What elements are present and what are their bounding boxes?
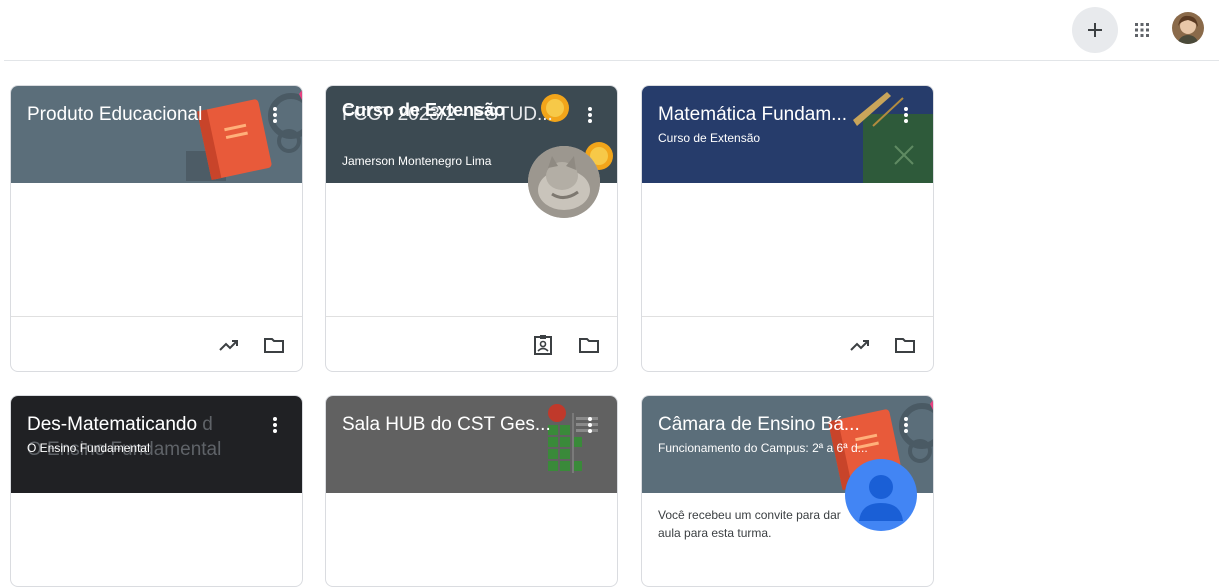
teacher-name: Jamerson Montenegro Lima xyxy=(342,154,492,168)
topbar-divider xyxy=(4,60,1219,61)
class-card-footer xyxy=(11,316,302,371)
trending-up-icon[interactable] xyxy=(218,334,240,356)
class-title[interactable]: Des-Matematicando xyxy=(27,413,257,437)
folder-icon[interactable] xyxy=(263,334,285,356)
more-options-icon[interactable] xyxy=(898,414,914,436)
cat-photo-icon xyxy=(528,146,600,218)
book-illustration xyxy=(186,90,302,181)
class-card[interactable]: Produto Educacional xyxy=(10,85,303,372)
more-options-icon[interactable] xyxy=(267,414,283,436)
class-card[interactable]: Câmara de Ensino Bá... Funcionamento do … xyxy=(641,395,934,587)
class-title[interactable]: Matemática Fundam... xyxy=(658,103,888,127)
plus-icon xyxy=(1088,23,1102,37)
class-card[interactable]: Des-Matematicando d Des-Matematicando O … xyxy=(10,395,303,587)
more-options-icon[interactable] xyxy=(267,104,283,126)
apps-grid-icon xyxy=(1135,23,1149,37)
folder-icon[interactable] xyxy=(894,334,916,356)
class-title[interactable]: Sala HUB do CST Ges... xyxy=(342,413,572,437)
class-title-overlay: Curso de Extensão xyxy=(342,100,506,120)
class-subtitle: Curso de Extensão xyxy=(658,131,761,145)
invite-message: Você recebeu um convite para dar aula pa… xyxy=(658,508,841,540)
more-options-icon[interactable] xyxy=(582,104,598,126)
class-card-footer xyxy=(642,316,933,371)
folder-icon[interactable] xyxy=(578,334,600,356)
class-card[interactable]: FCCT 2023/2 - ESTUD... Curso de Extensão… xyxy=(325,85,618,372)
class-card-footer xyxy=(326,316,617,371)
account-avatar-button[interactable] xyxy=(1172,12,1204,44)
person-icon xyxy=(859,475,903,521)
teacher-avatar xyxy=(528,146,600,218)
class-card-header[interactable]: Matemática Fundam... Curso de Extensão xyxy=(642,86,933,183)
profile-avatar xyxy=(1172,12,1204,44)
class-subtitle: O Ensino Fundamental xyxy=(27,441,150,455)
class-subtitle: Funcionamento do Campus: 2ª a 6ª d... xyxy=(658,441,868,455)
class-card-header[interactable]: Des-Matematicando d Des-Matematicando O … xyxy=(11,396,302,493)
class-card-header[interactable]: Produto Educacional xyxy=(11,86,302,183)
top-app-bar xyxy=(0,0,1223,60)
more-options-icon[interactable] xyxy=(582,414,598,436)
class-card[interactable]: Matemática Fundam... Curso de Extensão xyxy=(641,85,934,372)
create-or-join-class-button[interactable] xyxy=(1072,7,1118,53)
class-title[interactable]: Produto Educacional xyxy=(27,103,257,127)
class-card-header[interactable]: Sala HUB do CST Ges... xyxy=(326,396,617,493)
class-title[interactable]: Câmara de Ensino Bá... xyxy=(658,413,888,437)
class-card[interactable]: Sala HUB do CST Ges... xyxy=(325,395,618,587)
default-person-avatar xyxy=(845,459,917,531)
assignment-ind-icon[interactable] xyxy=(532,334,554,356)
trending-up-icon[interactable] xyxy=(849,334,871,356)
more-options-icon[interactable] xyxy=(898,104,914,126)
google-apps-button[interactable] xyxy=(1129,17,1155,43)
